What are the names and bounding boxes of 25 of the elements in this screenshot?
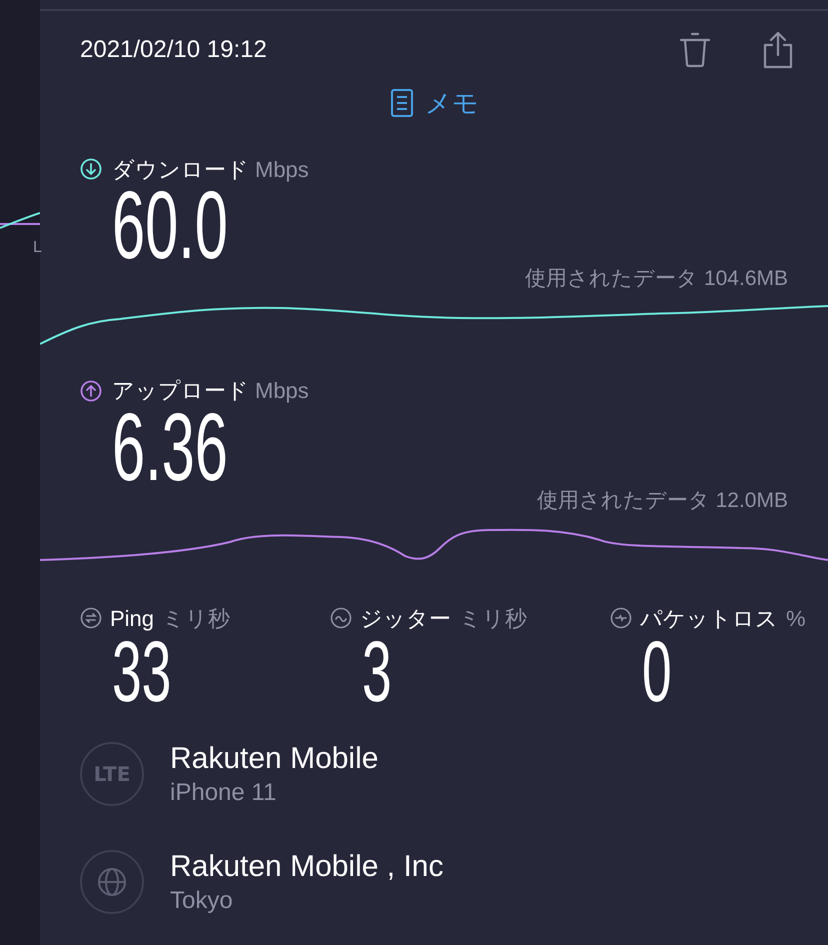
note-icon xyxy=(391,89,413,117)
sparkline-fragment-drawing xyxy=(0,210,40,232)
metric-unit: Mbps xyxy=(255,156,309,184)
connection-subtitle: iPhone 11 xyxy=(170,778,278,808)
memo-button[interactable]: メモ xyxy=(389,89,479,117)
ping-icon xyxy=(80,607,102,629)
data-used: 使用されたデータ 104.6MB xyxy=(525,266,788,292)
globe-icon xyxy=(80,850,144,914)
wave-icon xyxy=(330,607,352,629)
text-fragment: L xyxy=(33,240,42,256)
metric-unit: Mbps xyxy=(255,377,309,405)
stat-unit: % xyxy=(786,604,806,632)
stat-unit: ミリ秒 xyxy=(459,604,527,632)
connection-title: Rakuten Mobile , Inc xyxy=(170,849,444,885)
delete-icon[interactable] xyxy=(678,32,712,68)
lte-badge: LTE xyxy=(80,742,144,806)
metric-label: ダウンロード xyxy=(112,156,249,184)
timestamp: 2021/02/10 19:12 xyxy=(80,35,267,65)
stat-unit: ミリ秒 xyxy=(162,604,230,632)
connection-subtitle: Tokyo xyxy=(170,886,234,916)
packet-loss-icon xyxy=(610,607,632,629)
connection-title: Rakuten Mobile xyxy=(170,741,378,777)
stat-label: Ping xyxy=(110,604,154,633)
data-used: 使用されたデータ 12.0MB xyxy=(536,488,788,514)
share-icon[interactable] xyxy=(762,31,794,69)
